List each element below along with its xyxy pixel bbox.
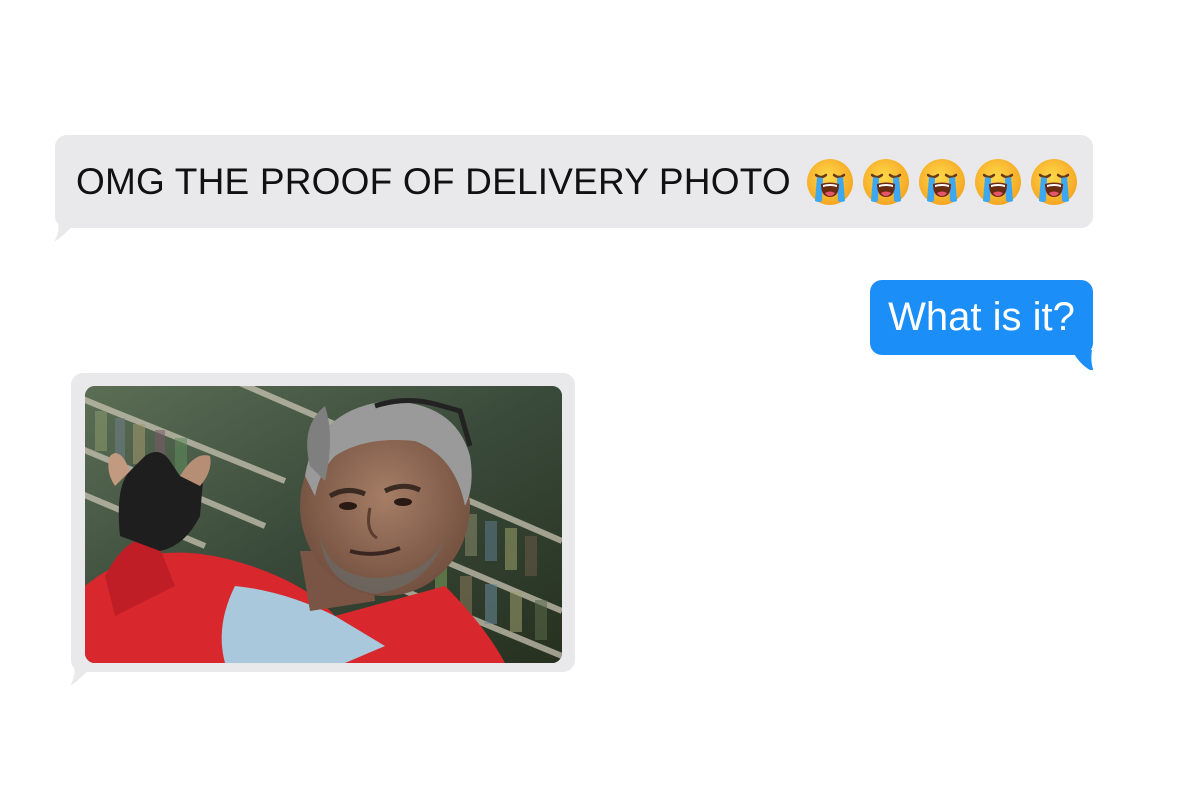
bubble-tail <box>54 222 76 242</box>
loudly-crying-face-icon <box>861 157 911 207</box>
message-text: What is it? <box>888 295 1075 339</box>
outgoing-message-bubble[interactable]: What is it? <box>870 280 1093 355</box>
emoji-row <box>805 157 1079 207</box>
loudly-crying-face-icon <box>917 157 967 207</box>
loudly-crying-face-icon <box>805 157 855 207</box>
message-text: OMG THE PROOF OF DELIVERY PHOTO <box>76 160 791 202</box>
bubble-tail <box>1072 350 1094 370</box>
man-in-red-jacket-photo[interactable] <box>85 386 562 663</box>
incoming-message-bubble[interactable]: OMG THE PROOF OF DELIVERY PHOTO <box>55 135 1093 228</box>
bubble-tail <box>70 666 92 686</box>
loudly-crying-face-icon <box>1029 157 1079 207</box>
incoming-photo-bubble[interactable] <box>71 373 575 672</box>
chat-thread: OMG THE PROOF OF DELIVERY PHOTO What is … <box>0 0 1200 800</box>
loudly-crying-face-icon <box>973 157 1023 207</box>
